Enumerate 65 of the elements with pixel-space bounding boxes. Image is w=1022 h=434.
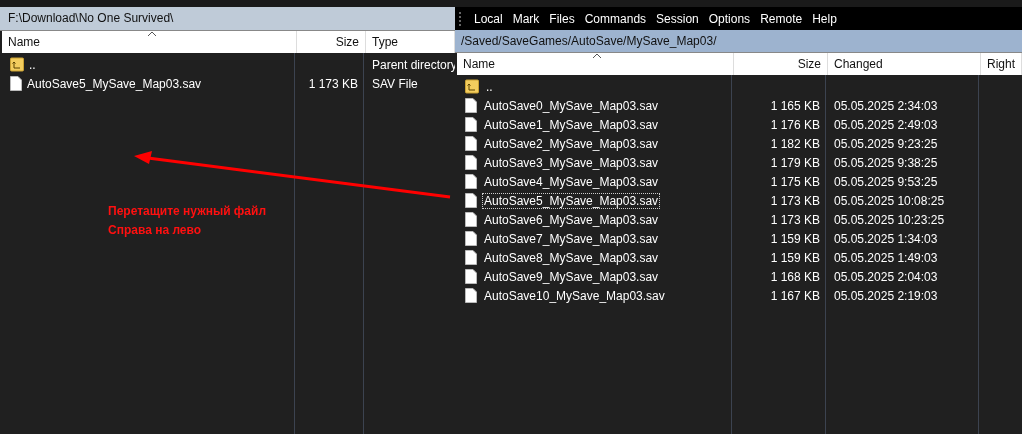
file-icon	[465, 98, 477, 113]
menu-item[interactable]: Remote	[755, 11, 808, 26]
file-icon	[465, 231, 477, 246]
file-size: 1 179 KB	[770, 155, 820, 170]
file-size: 1 176 KB	[770, 117, 820, 132]
file-icon	[465, 136, 477, 151]
menu-item[interactable]: Mark	[507, 11, 545, 26]
file-name[interactable]: AutoSave0_MySave_Map03.sav	[482, 97, 661, 114]
file-name[interactable]: AutoSave5_MySave_Map03.sav	[482, 192, 661, 209]
file-size: 1 173 KB	[770, 193, 820, 208]
file-size: 1 165 KB	[770, 98, 820, 113]
menu-item[interactable]: Options	[703, 11, 756, 26]
file-icon	[465, 193, 477, 208]
menu-item[interactable]: Session	[651, 11, 704, 26]
file-type: SAV File	[372, 76, 418, 91]
menu-item[interactable]: Local	[469, 11, 508, 26]
file-icon	[465, 174, 477, 189]
file-size: 1 173 KB	[770, 212, 820, 227]
file-name[interactable]: AutoSave7_MySave_Map03.sav	[482, 230, 661, 247]
modified-date: 05.05.2025 1:34:03	[834, 231, 938, 246]
modified-date: 05.05.2025 2:49:03	[834, 117, 938, 132]
file-icon	[465, 212, 477, 227]
file-icon	[465, 288, 477, 303]
modified-date: 05.05.2025 2:04:03	[834, 269, 938, 284]
modified-date: 05.05.2025 2:34:03	[834, 98, 938, 113]
file-size: 1 173 KB	[308, 76, 358, 91]
file-icon	[465, 250, 477, 265]
modified-date: 05.05.2025 10:23:25	[834, 212, 945, 227]
modified-date: 05.05.2025 9:23:25	[834, 136, 938, 151]
file-name[interactable]: AutoSave6_MySave_Map03.sav	[482, 211, 661, 228]
file-icon	[10, 76, 22, 91]
file-name[interactable]: AutoSave4_MySave_Map03.sav	[482, 173, 661, 190]
file-size: 1 175 KB	[770, 174, 820, 189]
file-size: 1 168 KB	[770, 269, 820, 284]
file-type: Parent directory	[372, 57, 457, 72]
file-icon	[465, 269, 477, 284]
path-bar: /Saved/SaveGames/AutoSave/MySave_Map03/	[455, 30, 1022, 53]
file-size: 1 159 KB	[770, 250, 820, 265]
file-name[interactable]: AutoSave8_MySave_Map03.sav	[482, 249, 661, 266]
modified-date: 05.05.2025 9:53:25	[834, 174, 938, 189]
annotation-text: Перетащите нужный файл	[108, 203, 267, 220]
modified-date: 05.05.2025 2:19:03	[834, 288, 938, 303]
file-icon	[465, 155, 477, 170]
menu-item[interactable]: Help	[807, 11, 842, 26]
file-size: 1 182 KB	[770, 136, 820, 151]
file-icon	[465, 117, 477, 132]
file-name[interactable]: AutoSave3_MySave_Map03.sav	[482, 154, 661, 171]
parent-folder-icon	[465, 79, 479, 94]
file-name[interactable]: AutoSave2_MySave_Map03.sav	[482, 135, 661, 152]
file-size: 1 159 KB	[770, 231, 820, 246]
modified-date: 05.05.2025 9:38:25	[834, 155, 938, 170]
menu-item[interactable]: Commands	[579, 11, 652, 26]
path-bar: F:\Download\No One Survived\	[0, 7, 455, 31]
file-size: 1 167 KB	[770, 288, 820, 303]
file-name[interactable]: AutoSave1_MySave_Map03.sav	[482, 116, 661, 133]
file-name[interactable]: AutoSave5_MySave_Map03.sav	[27, 76, 202, 91]
modified-date: 05.05.2025 10:08:25	[834, 193, 945, 208]
modified-date: 05.05.2025 1:49:03	[834, 250, 938, 265]
annotation-text: Справа на лево	[108, 222, 203, 239]
file-name[interactable]: ..	[484, 78, 495, 95]
file-name[interactable]: AutoSave10_MySave_Map03.sav	[482, 287, 667, 304]
file-name[interactable]: AutoSave9_MySave_Map03.sav	[482, 268, 661, 285]
menu-item[interactable]: Files	[544, 11, 580, 26]
parent-folder-icon	[10, 57, 24, 72]
file-name[interactable]: ..	[29, 57, 36, 72]
